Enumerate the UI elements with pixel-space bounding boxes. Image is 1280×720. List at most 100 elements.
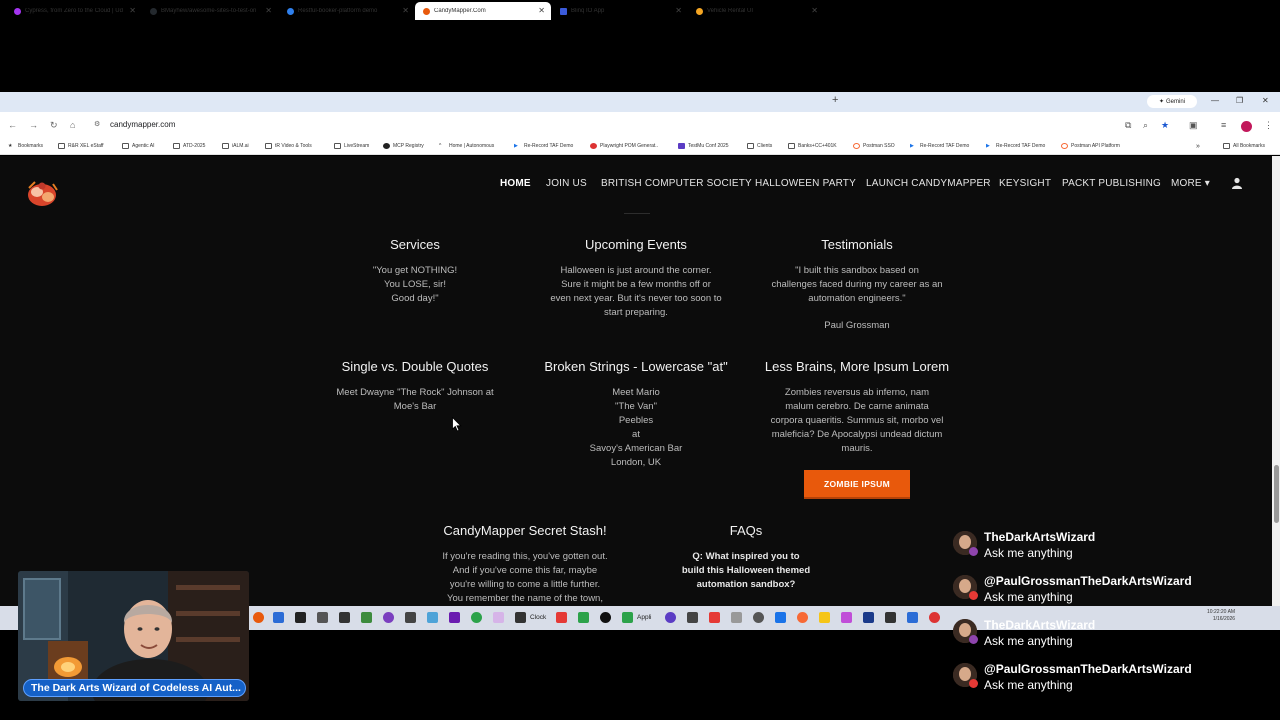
tab-awesome-sites[interactable]: BMayhew/awesome-sites-to-test-on ✕ (142, 2, 278, 20)
app-icon[interactable] (665, 612, 676, 623)
app-icon[interactable] (622, 612, 633, 623)
app-icon[interactable] (709, 612, 720, 623)
app-icon[interactable] (841, 612, 852, 623)
close-tab-icon[interactable]: ✕ (129, 6, 136, 15)
app-icon[interactable] (405, 612, 416, 623)
user-account-icon[interactable] (1231, 177, 1243, 189)
app-icon[interactable] (427, 612, 438, 623)
app-icon[interactable] (819, 612, 830, 623)
install-icon[interactable]: ⧉ (1125, 120, 1131, 131)
clock-app-label[interactable]: Clock (530, 614, 546, 621)
bookmark-item[interactable]: Clients (747, 143, 772, 149)
apps-label[interactable]: Appli (637, 614, 651, 621)
app-icon[interactable] (578, 612, 589, 623)
nav-home[interactable]: HOME (500, 178, 531, 189)
reload-icon[interactable]: ↻ (50, 120, 58, 131)
site-info-icon[interactable]: ⚙ (94, 120, 100, 128)
bookmark-label: Agentic AI (132, 143, 155, 149)
bookmark-item[interactable]: TestMu Conf 2025 (678, 143, 729, 149)
bookmark-item[interactable]: ▶ Re-Record TAF Demo (910, 143, 969, 149)
app-icon[interactable] (253, 612, 264, 623)
app-icon[interactable] (273, 612, 284, 623)
close-tab-icon[interactable]: ✕ (265, 6, 272, 15)
bookmark-item[interactable]: tR Video & Tools (265, 143, 312, 149)
bookmark-item[interactable]: ATD-2025 (173, 143, 205, 149)
app-icon[interactable] (471, 612, 482, 623)
app-icon[interactable] (515, 612, 526, 623)
maximize-icon[interactable]: ❐ (1236, 96, 1243, 105)
nav-british-computer-society[interactable]: BRITISH COMPUTER SOCIETY (601, 178, 752, 189)
app-icon[interactable] (929, 612, 940, 623)
url-input[interactable]: candymapper.com (110, 120, 175, 129)
app-icon[interactable] (556, 612, 567, 623)
app-icon[interactable] (449, 612, 460, 623)
nav-more[interactable]: MORE ▾ (1171, 178, 1210, 189)
side-panel-icon[interactable]: ▣ (1189, 120, 1198, 131)
bookmark-item[interactable]: iALM.ai (222, 143, 249, 149)
bookmark-star-icon[interactable]: ★ (1161, 120, 1169, 131)
nav-keysight[interactable]: KEYSIGHT (999, 178, 1051, 189)
back-icon[interactable]: ← (8, 120, 17, 130)
nav-launch-candymapper[interactable]: LAUNCH CANDYMAPPER (866, 178, 991, 189)
bookmark-item[interactable]: Agentic AI (122, 143, 155, 149)
nav-packt-publishing[interactable]: PACKT PUBLISHING (1062, 178, 1161, 189)
bookmark-item[interactable]: LiveStream (334, 143, 369, 149)
tab-vehicle-rental[interactable]: Vehicle Rental UI ✕ (688, 2, 824, 20)
bookmark-item[interactable]: Postman SSO (853, 143, 895, 149)
upcoming-events-text: Halloween is just around the corner. Sur… (526, 264, 746, 320)
zombie-ipsum-button[interactable]: ZOMBIE IPSUM (804, 470, 910, 499)
tab-candymapper[interactable]: CandyMapper.Com ✕ (415, 2, 551, 20)
zoom-icon[interactable]: ⌕ (1143, 120, 1148, 131)
app-icon[interactable] (775, 612, 786, 623)
nav-join-us[interactable]: JOIN US (546, 178, 587, 189)
app-icon[interactable] (687, 612, 698, 623)
bookmark-item[interactable]: R&R XEL eStaff (58, 143, 104, 149)
testimonials-heading: Testimonials (821, 237, 893, 252)
bookmark-item[interactable]: ^ Home | Autonomous (439, 143, 494, 149)
close-tab-icon[interactable]: ✕ (538, 6, 545, 15)
gemini-button[interactable]: ✦ Gemini (1147, 95, 1197, 108)
bookmark-item[interactable]: ▶ Re-Record TAF Demo (514, 143, 573, 149)
close-tab-icon[interactable]: ✕ (402, 6, 409, 15)
bookmark-item[interactable]: Banks+CC+401K (788, 143, 837, 149)
extensions-icon[interactable]: ≡ (1221, 120, 1226, 130)
bookmark-item[interactable]: Playwright POM Generat.. (590, 143, 658, 149)
bookmark-item[interactable]: Postman API Platform (1061, 143, 1120, 149)
app-icon[interactable] (600, 612, 611, 623)
terminal-icon[interactable] (295, 612, 306, 623)
close-window-icon[interactable]: ✕ (1262, 96, 1269, 105)
home-icon[interactable]: ⌂ (70, 120, 75, 130)
app-icon[interactable] (753, 612, 764, 623)
menu-icon[interactable]: ⋮ (1264, 120, 1273, 131)
tab-cypress[interactable]: Cypress, from Zero to the Cloud | Ud ✕ (6, 2, 142, 20)
scrollbar-thumb[interactable] (1274, 465, 1279, 523)
app-icon[interactable] (907, 612, 918, 623)
close-tab-icon[interactable]: ✕ (811, 6, 818, 15)
nav-halloween-party[interactable]: HALLOWEEN PARTY (755, 178, 856, 189)
profile-avatar[interactable] (1241, 121, 1252, 132)
text-line: start preparing. (604, 307, 668, 318)
app-icon[interactable] (885, 612, 896, 623)
candymapper-logo[interactable] (25, 178, 59, 208)
new-tab-button[interactable]: + (832, 94, 838, 106)
app-icon[interactable] (863, 612, 874, 623)
bookmark-item[interactable]: ★ Bookmarks (8, 143, 43, 149)
bookmark-item[interactable]: MCP Registry (383, 143, 424, 149)
tab-blinq[interactable]: Blinq IO App ✕ (552, 2, 688, 20)
app-icon[interactable] (361, 612, 372, 623)
app-icon[interactable] (317, 612, 328, 623)
app-icon[interactable] (493, 612, 504, 623)
minimize-icon[interactable]: — (1211, 96, 1219, 105)
app-icon[interactable] (383, 612, 394, 623)
text-line: automation engineers." (808, 293, 906, 304)
forward-icon[interactable]: → (29, 120, 38, 130)
app-icon[interactable] (339, 612, 350, 623)
bookmark-item[interactable]: ▶ Re-Record TAF Demo (986, 143, 1045, 149)
all-bookmarks[interactable]: All Bookmarks (1223, 143, 1265, 149)
app-icon[interactable] (731, 612, 742, 623)
folder-icon (173, 143, 180, 149)
app-icon[interactable] (797, 612, 808, 623)
tab-restful-booker[interactable]: Restful-booker-platform demo ✕ (279, 2, 415, 20)
more-bookmarks-icon[interactable]: » (1196, 143, 1200, 150)
close-tab-icon[interactable]: ✕ (675, 6, 682, 15)
